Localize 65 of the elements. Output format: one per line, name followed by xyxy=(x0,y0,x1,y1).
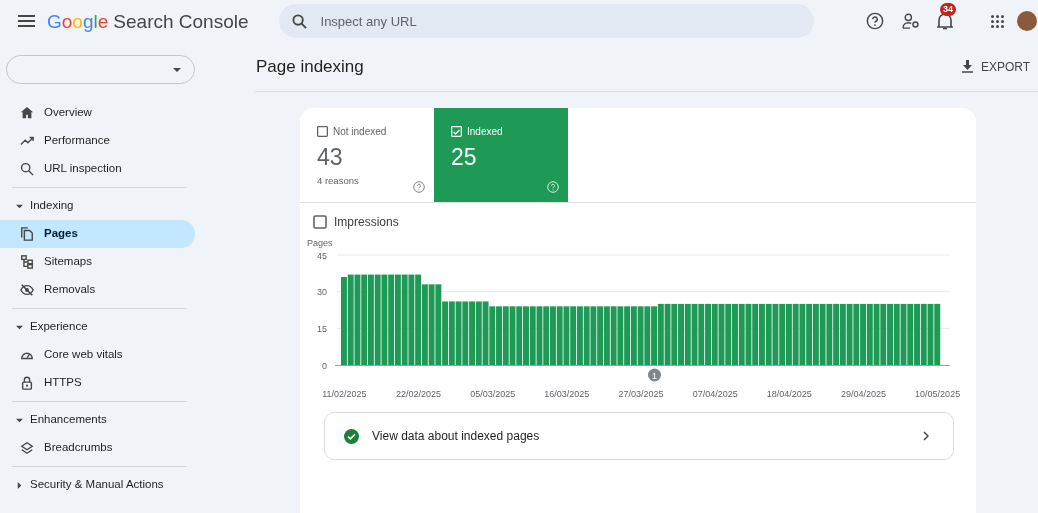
search-field[interactable]: Inspect any URL xyxy=(278,4,814,38)
app-title: Search Console xyxy=(113,11,249,31)
tile-value: 25 xyxy=(451,143,477,171)
eye-slash-icon xyxy=(20,283,34,297)
pages-icon xyxy=(20,227,34,241)
x-tick-label: 11/02/2025 xyxy=(322,389,367,399)
trending-up-icon xyxy=(20,134,34,148)
sidebar-item[interactable]: Removals xyxy=(0,276,195,304)
tile-value: 43 xyxy=(317,143,343,171)
impressions-checkbox[interactable]: Impressions xyxy=(313,213,399,231)
sidebar-item[interactable]: Sitemaps xyxy=(0,248,195,276)
search-icon xyxy=(291,14,307,29)
section-header[interactable]: Experience xyxy=(0,313,195,341)
caret-right-icon xyxy=(16,481,23,489)
help-icon[interactable] xyxy=(866,12,884,30)
sidebar-item[interactable]: URL inspection xyxy=(0,155,195,183)
tile-label: Not indexed xyxy=(333,125,387,139)
annotation-marker[interactable]: 1 xyxy=(648,368,661,382)
sidebar-item[interactable]: Performance xyxy=(0,127,195,155)
caret-down-icon xyxy=(16,202,23,210)
sidebar-item[interactable]: HTTPS xyxy=(0,369,195,397)
x-tick-label: 16/03/2025 xyxy=(544,389,590,399)
check-circle-icon xyxy=(344,428,359,444)
x-tick-label: 29/04/2025 xyxy=(840,389,886,399)
section-header[interactable]: Enhancements xyxy=(0,406,195,434)
sidebar-item[interactable]: Pages xyxy=(0,220,195,248)
y-tick-label: 30 xyxy=(317,287,327,298)
x-tick-label: 18/04/2025 xyxy=(766,389,812,399)
x-tick-label: 22/02/2025 xyxy=(396,389,442,399)
user-settings-icon[interactable] xyxy=(902,13,920,29)
bell-icon[interactable] xyxy=(937,12,953,30)
apps-grid-icon[interactable] xyxy=(991,14,1004,28)
caret-down-icon xyxy=(16,323,23,331)
y-axis-label: Pages xyxy=(307,238,333,248)
search-icon xyxy=(20,162,34,176)
sitemap-icon xyxy=(20,255,34,269)
caret-down-icon xyxy=(16,416,23,424)
chevron-right-icon xyxy=(923,431,929,441)
x-tick-label: 27/03/2025 xyxy=(618,389,664,399)
google-logo: Google xyxy=(47,11,109,31)
menu-icon[interactable] xyxy=(18,15,35,27)
details-link[interactable]: View data about indexed pages xyxy=(324,412,954,460)
dropdown-caret-icon xyxy=(173,67,181,72)
avatar[interactable] xyxy=(1017,11,1037,31)
checkbox[interactable] xyxy=(317,126,328,137)
x-tick-label: 05/03/2025 xyxy=(470,389,516,399)
sidebar-item[interactable]: Breadcrumbs xyxy=(0,434,195,462)
sidebar-item[interactable]: Core web vitals xyxy=(0,341,195,369)
y-tick-label: 0 xyxy=(322,360,327,371)
y-tick-label: 45 xyxy=(317,250,327,261)
x-tick-label: 10/05/2025 xyxy=(915,389,961,399)
notification-badge: 34 xyxy=(940,3,956,16)
section-header[interactable]: Security & Manual Actions xyxy=(0,471,195,499)
sidebar-item[interactable]: Overview xyxy=(0,99,195,127)
section-header[interactable]: Indexing xyxy=(0,192,195,220)
tile-label: Indexed xyxy=(467,125,503,139)
home-icon xyxy=(20,106,34,120)
tile-subtitle: 4 reasons xyxy=(317,174,359,188)
page-title: Page indexing xyxy=(256,55,364,78)
layers-icon xyxy=(20,441,34,455)
y-tick-label: 15 xyxy=(317,323,327,334)
x-tick-label: 07/04/2025 xyxy=(692,389,738,399)
download-icon xyxy=(961,60,973,73)
lock-icon xyxy=(20,376,34,390)
export-button[interactable]: EXPORT xyxy=(959,57,1032,76)
